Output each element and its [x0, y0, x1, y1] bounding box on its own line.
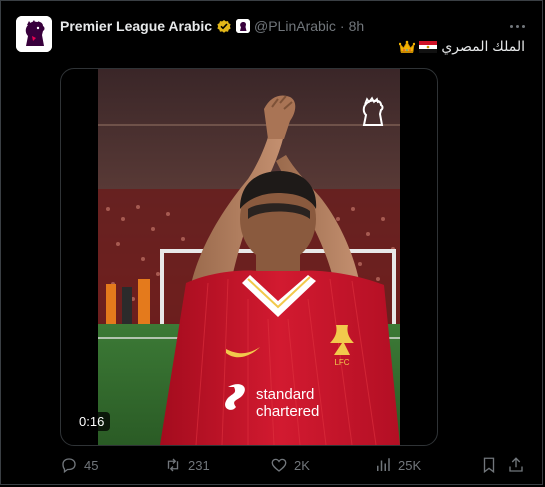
reply-count: 45	[84, 457, 99, 473]
share-button[interactable]	[507, 454, 525, 476]
sponsor-line-2: chartered	[256, 403, 319, 420]
share-icon	[509, 457, 523, 472]
tweet-text: الملك المصري	[399, 38, 525, 55]
video-player[interactable]: LFC standard chartered	[98, 69, 400, 445]
like-count: 2K	[294, 457, 310, 473]
premier-league-mini-icon	[236, 19, 250, 33]
verified-badge-icon[interactable]	[216, 18, 232, 34]
views-button[interactable]: 25K	[374, 454, 421, 476]
timestamp[interactable]: 8h	[349, 18, 365, 34]
bookmark-icon	[483, 457, 495, 474]
more-icon[interactable]	[506, 16, 528, 36]
tweet-header: Premier League Arabic @PLinArabic · 8h	[60, 16, 364, 36]
video-frame: LFC standard chartered	[98, 69, 400, 445]
sponsor-line-1: standard	[256, 386, 314, 403]
repost-button[interactable]: 231	[164, 454, 210, 476]
affiliate-badge-icon[interactable]	[236, 19, 250, 33]
display-name[interactable]: Premier League Arabic	[60, 18, 212, 34]
like-icon	[271, 458, 287, 472]
handle[interactable]: @PLinArabic	[254, 18, 336, 34]
avatar[interactable]	[16, 16, 52, 52]
action-bar: 45 231 2K 25K	[60, 454, 528, 476]
premier-league-logo-icon	[16, 16, 52, 52]
reply-icon	[62, 458, 76, 474]
reply-button[interactable]: 45	[60, 454, 98, 476]
crest-text: LFC	[334, 358, 349, 367]
egypt-flag-emoji	[419, 40, 438, 53]
crown-emoji	[399, 40, 416, 53]
video-duration-badge: 0:16	[73, 412, 111, 431]
tweet-text-body: الملك المصري	[441, 38, 525, 54]
repost-icon	[167, 458, 179, 472]
repost-count: 231	[188, 457, 210, 473]
views-count: 25K	[398, 457, 422, 473]
separator-dot: ·	[339, 18, 345, 34]
media-container[interactable]: LFC standard chartered 0:16	[60, 68, 438, 446]
like-button[interactable]: 2K	[270, 454, 310, 476]
bookmark-button[interactable]	[480, 454, 498, 476]
views-icon	[377, 458, 390, 471]
